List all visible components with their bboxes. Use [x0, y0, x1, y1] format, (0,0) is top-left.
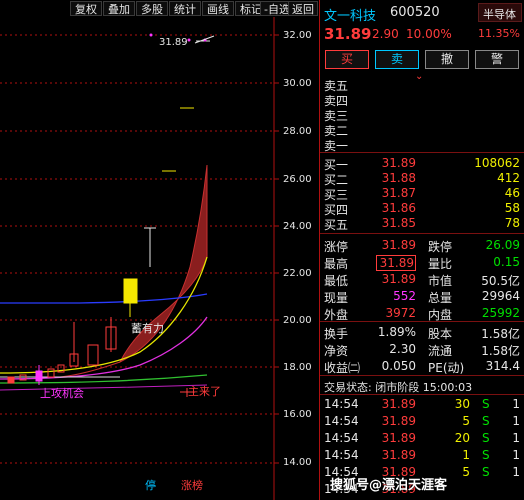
divider [320, 152, 524, 153]
y-axis-label: 18.00 [283, 362, 312, 373]
last-price: 31.89 [324, 25, 372, 43]
y-axis-label: 14.00 [283, 457, 312, 468]
divider [320, 321, 524, 322]
trade-status: 交易状态: 闭市阶段 15:00:03 [324, 381, 473, 394]
y-axis-label: 16.00 [283, 409, 312, 420]
overlay-button[interactable]: 叠加 [103, 1, 135, 16]
watermark-text: 搜狐号@漂泊天涯客 [330, 478, 448, 493]
gainers-tag: 涨榜 [181, 479, 203, 492]
divider [320, 233, 524, 234]
chart-toolbar: 复权 叠加 多股 统计 画线 标记 -自选 返回 [0, 0, 318, 17]
y-axis-label: 24.00 [283, 221, 312, 232]
sell-button[interactable]: 卖 [375, 50, 419, 69]
kline-chart[interactable]: 31.89 蓄有力 上攻机会 主来了 32.00 30.00 28.00 26.… [0, 17, 318, 500]
y-axis-label: 28.00 [283, 126, 312, 137]
annotation-strength: 蓄有力 [131, 322, 164, 335]
draw-line-button[interactable]: 画线 [202, 1, 234, 16]
divider [320, 394, 524, 395]
price-change: 2.90 [372, 27, 399, 41]
y-axis-label: 22.00 [283, 268, 312, 279]
stock-name[interactable]: 文一科技 [324, 5, 376, 24]
annotation-coming: 主来了 [188, 385, 221, 398]
divider [320, 375, 524, 376]
doji-yellow-candle [123, 278, 138, 304]
buy-button[interactable]: 买 [325, 50, 369, 69]
sector-change-pct: 11.35% [478, 27, 520, 40]
quote-panel: 文一科技 600520 半导体 31.89 2.90 10.00% 11.35%… [319, 0, 524, 500]
multi-stock-button[interactable]: 多股 [136, 1, 168, 16]
y-axis-label: 20.00 [283, 315, 312, 326]
back-button[interactable]: 返回 [288, 1, 318, 16]
halt-tag: 停 [145, 479, 156, 492]
restore-rights-button[interactable]: 复权 [70, 1, 102, 16]
price-marker-label: 31.89 [159, 37, 188, 48]
axis-ticks [274, 34, 279, 464]
annotation-opportunity: 上攻机会 [40, 387, 84, 400]
cancel-order-button[interactable]: 撤 [425, 50, 469, 69]
y-axis-label: 32.00 [283, 30, 312, 41]
kline-svg [0, 17, 279, 500]
y-axis-label: 26.00 [283, 174, 312, 185]
stock-code: 600520 [390, 5, 440, 20]
statistics-button[interactable]: 统计 [169, 1, 201, 16]
y-axis-label: 30.00 [283, 78, 312, 89]
price-change-pct: 10.00% [406, 27, 452, 41]
sector-badge[interactable]: 半导体 [478, 3, 522, 22]
chevron-down-icon[interactable]: ⌄ [415, 71, 423, 82]
alert-button[interactable]: 警 [475, 50, 519, 69]
